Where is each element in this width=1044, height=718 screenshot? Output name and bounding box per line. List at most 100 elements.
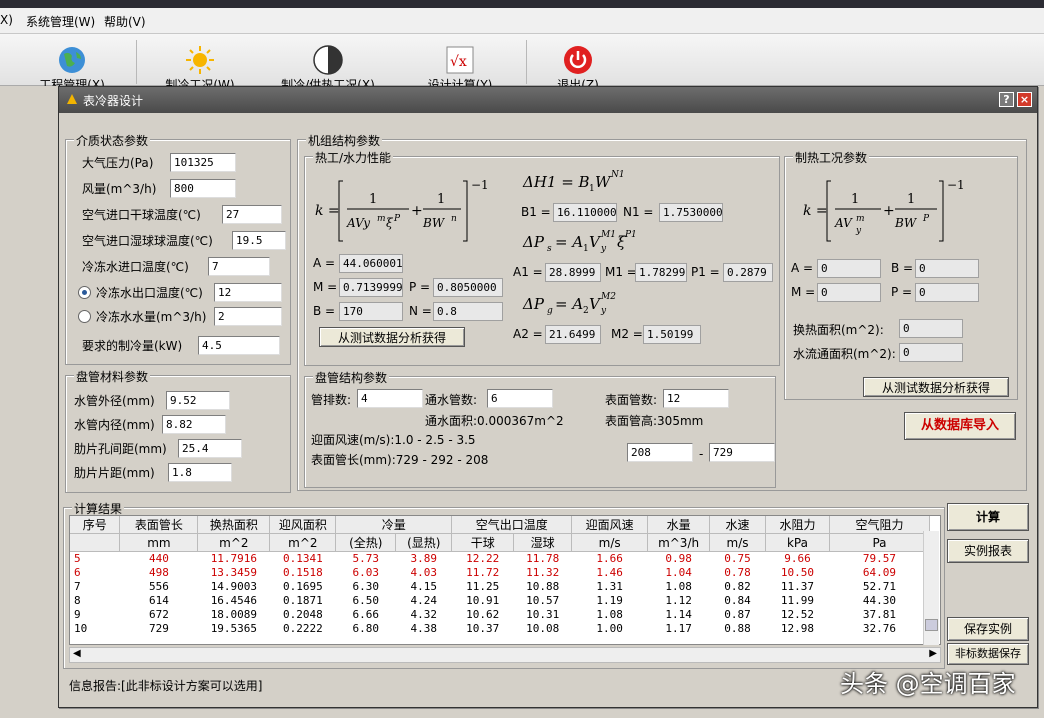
svg-text:P: P (393, 214, 401, 224)
table-cell: 0.2222 (282, 622, 323, 635)
svg-text:P: P (922, 214, 930, 224)
heating-coef-m[interactable]: 0 (817, 283, 881, 302)
coef-p[interactable]: 0.8050000 (433, 278, 503, 297)
water-flow-input[interactable]: 2 (214, 307, 282, 326)
tube-length-text: 表面管长(mm):729 - 292 - 208 (311, 453, 489, 467)
table-cell: 3.89 (410, 552, 438, 566)
tube-rows-input[interactable]: 4 (357, 389, 423, 408)
table-cell: 0.1871 (282, 594, 323, 607)
coef-a2[interactable]: 21.6499 (545, 325, 601, 344)
header-row-2: mm m^2 m^2 (全热) (显热) 干球 湿球 m/s m^3/h m/s… (70, 533, 931, 552)
nonstandard-save-button[interactable]: 非标数据保存 (947, 643, 1029, 665)
table-cell: 18.0089 (210, 608, 258, 621)
table-cell: 1.46 (596, 566, 623, 579)
airflow-input[interactable]: 800 (170, 179, 236, 198)
wet-bulb-input[interactable]: 19.5 (232, 231, 286, 250)
water-out-temp-input[interactable]: 12 (214, 283, 282, 302)
table-cell: 1.12 (665, 594, 692, 607)
results-table[interactable]: 序号 表面管长 换热面积 迎风面积 冷量 空气出口温度 迎面风速 水量 水速 水… (69, 515, 941, 645)
table-row[interactable]: 10 729 19.5365 0.2222 6.80 4.38 10.37 10.08 1.00… (70, 622, 930, 636)
project-manage-button[interactable]: 工程管理(X) (30, 34, 114, 86)
calculate-button[interactable]: 计算 (947, 503, 1029, 531)
results-vertical-scrollbar[interactable] (923, 531, 939, 645)
coef-m[interactable]: 0.7139999 (339, 278, 403, 297)
water-tubes-input[interactable]: 6 (487, 389, 553, 408)
table-cell: 12.22 (466, 552, 500, 566)
range-to-input[interactable]: 729 (709, 443, 775, 462)
import-from-db-button[interactable]: 从数据库导入 (904, 412, 1016, 440)
table-cell: 1.66 (596, 552, 623, 566)
coef-m2[interactable]: 1.50199 (643, 325, 701, 344)
coef-a1[interactable]: 28.8999 (545, 263, 601, 282)
heating-analyze-button[interactable]: 从测试数据分析获得 (863, 377, 1009, 397)
table-row[interactable]: 5 440 11.7916 0.1341 5.73 3.89 12.22 11.78 1.66 0… (70, 552, 930, 566)
coef-a[interactable]: 44.060001 (339, 254, 403, 273)
table-row[interactable]: 8 614 16.4546 0.1871 6.50 4.24 10.91 10.57 1.19 1… (70, 594, 930, 608)
water-flow-radio[interactable] (78, 310, 91, 323)
status-report: 信息报告:[此非标设计方案可以选用] (69, 679, 263, 693)
wet-bulb-label: 空气进口湿球球温度(℃) (82, 234, 213, 248)
cooling-heating-button[interactable]: 制冷/供热工况(X) (272, 34, 384, 86)
svg-text:ΔP: ΔP (522, 295, 545, 313)
table-cell: 0.78 (724, 566, 751, 579)
heating-area[interactable]: 0 (899, 319, 963, 338)
outer-dia-input[interactable]: 9.52 (166, 391, 230, 410)
coef-m1[interactable]: 1.78299 (635, 263, 687, 282)
water-out-temp-radio[interactable] (78, 286, 91, 299)
fin-hole-pitch-input[interactable]: 25.4 (178, 439, 242, 458)
table-row[interactable]: 9 672 18.0089 0.2048 6.66 4.32 10.62 10.31 1.08 1… (70, 608, 930, 622)
close-button[interactable]: × (1017, 92, 1032, 107)
water-in-temp-input[interactable]: 7 (208, 257, 270, 276)
outer-dia-label: 水管外径(mm) (74, 394, 155, 408)
scroll-right-icon[interactable]: ▶ (929, 648, 937, 659)
table-row[interactable]: 6 498 13.3459 0.1518 6.03 4.03 11.72 11.32 1.46 1… (70, 566, 930, 580)
exit-button[interactable]: 退出(Z) (540, 34, 616, 86)
analyze-test-data-button[interactable]: 从测试数据分析获得 (319, 327, 465, 347)
table-cell: 440 (148, 552, 169, 566)
heating-coef-p[interactable]: 0 (915, 283, 979, 302)
svg-text:+: + (411, 203, 423, 219)
results-horizontal-scrollbar[interactable]: ◀ ▶ (69, 647, 941, 663)
coef-b[interactable]: 170 (339, 302, 403, 321)
heating-flow-area[interactable]: 0 (899, 343, 963, 362)
menu-item-partial[interactable]: X) (0, 13, 13, 27)
coef-p1[interactable]: 0.2879 (723, 263, 773, 282)
table-cell: 614 (148, 594, 169, 607)
dry-bulb-input[interactable]: 27 (222, 205, 282, 224)
help-button[interactable]: ? (999, 92, 1014, 107)
save-example-button[interactable]: 保存实例 (947, 617, 1029, 641)
table-cell: 11.78 (526, 552, 560, 566)
coef-b1[interactable]: 16.110000 (553, 203, 617, 222)
svg-text:1: 1 (369, 192, 377, 207)
water-out-temp-label: 冷冻水出口温度(℃) (96, 286, 203, 300)
pressure-input[interactable]: 101325 (170, 153, 236, 172)
coef-n[interactable]: 0.8 (433, 302, 503, 321)
menu-item-system[interactable]: 系统管理(W) (26, 13, 95, 30)
scroll-left-icon[interactable]: ◀ (73, 648, 81, 659)
example-report-button[interactable]: 实例报表 (947, 539, 1029, 563)
surface-tubes-input[interactable]: 12 (663, 389, 729, 408)
heating-coef-b[interactable]: 0 (915, 259, 979, 278)
heating-coef-a[interactable]: 0 (817, 259, 881, 278)
scroll-thumb[interactable] (925, 619, 938, 631)
cooling-condition-button[interactable]: 制冷工况(W) (160, 34, 240, 86)
svg-text:1: 1 (583, 244, 589, 254)
svg-text:ξ: ξ (386, 216, 394, 230)
table-cell: 6.80 (352, 622, 380, 635)
table-cell: 11.72 (466, 566, 500, 579)
cooling-capacity-input[interactable]: 4.5 (198, 336, 280, 355)
design-calc-button[interactable]: √x 设计计算(Y) (420, 34, 500, 86)
menu-item-help[interactable]: 帮助(V) (104, 13, 146, 30)
k-formula: k = 1 AVy m ξ P + 1 BW n −1 (315, 178, 489, 242)
table-cell: 6 (74, 566, 81, 579)
table-row[interactable]: 7 556 14.9003 0.1695 6.30 4.15 11.25 10.88 1.31 1… (70, 580, 930, 594)
coef-n1[interactable]: 1.7530000 (659, 203, 723, 222)
watermark-text: 头条 @空调百家 (840, 670, 1016, 698)
fin-pitch-input[interactable]: 1.8 (168, 463, 232, 482)
table-cell: 10.62 (466, 608, 500, 621)
svg-text:ΔH1 = B: ΔH1 = B (522, 173, 590, 191)
svg-text:1: 1 (907, 192, 915, 207)
svg-text:ΔP: ΔP (522, 233, 545, 251)
range-from-input[interactable]: 208 (627, 443, 693, 462)
inner-dia-input[interactable]: 8.82 (162, 415, 226, 434)
